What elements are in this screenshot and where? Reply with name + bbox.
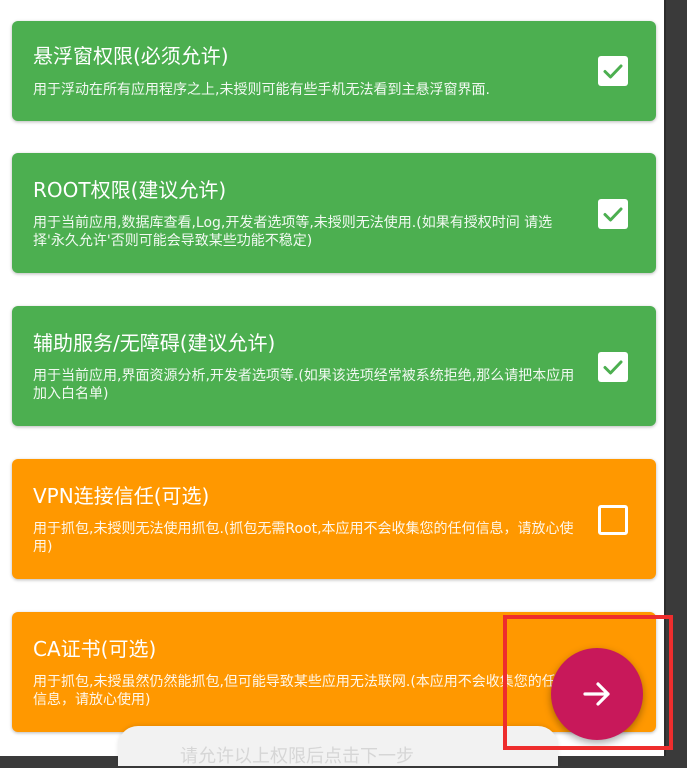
permission-title: 辅助服务/无障碍(建议允许): [33, 331, 276, 355]
check-icon: [603, 207, 623, 222]
permission-card-root[interactable]: ROOT权限(建议允许) 用于当前应用,数据库查看,Log,开发者选项等,未授则…: [12, 153, 656, 273]
permission-card-accessibility[interactable]: 辅助服务/无障碍(建议允许) 用于当前应用,界面资源分析,开发者选项等.(如果该…: [12, 306, 656, 426]
permission-title: 悬浮窗权限(必须允许): [33, 44, 229, 68]
permission-description: 用于当前应用,界面资源分析,开发者选项等.(如果该选项经常被系统拒绝,那么请把本…: [33, 368, 575, 402]
permission-description: 用于当前应用,数据库查看,Log,开发者选项等,未授则无法使用.(如果有授权时间…: [33, 215, 553, 249]
permission-title: CA证书(可选): [33, 637, 157, 661]
bottom-hint-text: 请允许以上权限后点击下一步: [180, 746, 414, 767]
permission-title: VPN连接信任(可选): [33, 484, 210, 508]
permission-card-overlay[interactable]: 悬浮窗权限(必须允许) 用于浮动在所有应用程序之上,未授则可能有些手机无法看到主…: [12, 21, 656, 121]
next-button[interactable]: [551, 648, 643, 740]
permission-description: 用于抓包,未授则无法使用抓包.(抓包无需Root,本应用不会收集您的任何信息，请…: [33, 521, 574, 555]
check-icon: [603, 360, 623, 375]
arrow-right-icon: [583, 682, 610, 706]
permission-description: 用于抓包,未授虽然仍然能抓包,但可能导致某些应用无法联网.(本应用不会收集您的任…: [33, 674, 570, 708]
checkbox-checked[interactable]: [598, 352, 628, 382]
checkbox-checked[interactable]: [598, 56, 628, 86]
checkbox-checked[interactable]: [598, 199, 628, 229]
permission-title: ROOT权限(建议允许): [33, 178, 227, 202]
permission-card-vpn[interactable]: VPN连接信任(可选) 用于抓包,未授则无法使用抓包.(抓包无需Root,本应用…: [12, 459, 656, 579]
permission-description: 用于浮动在所有应用程序之上,未授则可能有些手机无法看到主悬浮窗界面.: [33, 82, 490, 98]
checkbox-unchecked[interactable]: [598, 505, 628, 535]
permission-sheet: 悬浮窗权限(必须允许) 用于浮动在所有应用程序之上,未授则可能有些手机无法看到主…: [0, 0, 666, 767]
check-icon: [603, 64, 623, 79]
bottom-hint-bar: 请允许以上权限后点击下一步: [118, 726, 558, 767]
